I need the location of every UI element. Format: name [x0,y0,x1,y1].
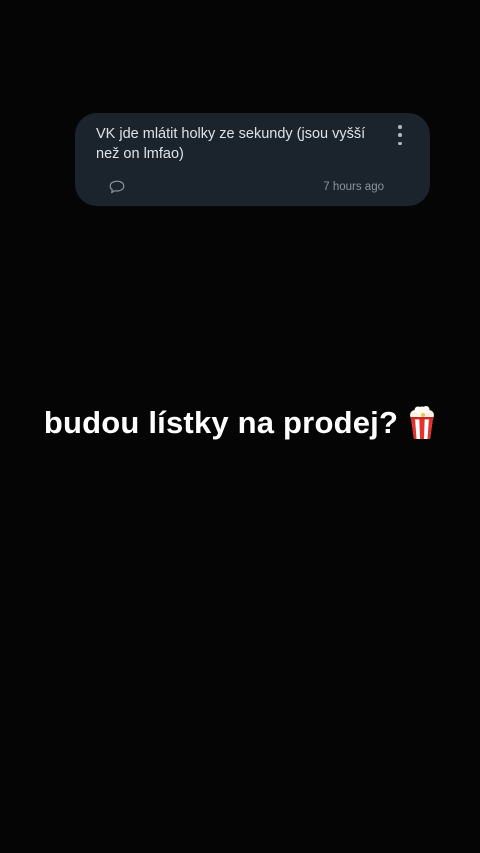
comment-timestamp: 7 hours ago [323,181,384,193]
more-vertical-icon-dot [398,141,402,145]
comment-card[interactable]: VK jde mlátit holky ze sekundy (jsou vyš… [75,113,430,206]
more-vertical-icon-dot [398,133,402,137]
speech-bubble-icon[interactable] [109,180,125,194]
popcorn-icon [410,406,435,439]
caption-text: budou lístky na prodej? [43,405,399,440]
story-caption: budou lístky na prodej? [0,405,480,441]
comment-text: VK jde mlátit holky ze sekundy (jsou vyš… [96,126,366,162]
more-options-button[interactable] [392,125,408,145]
story-screen: VK jde mlátit holky ze sekundy (jsou vyš… [0,0,480,853]
more-vertical-icon [398,125,402,129]
